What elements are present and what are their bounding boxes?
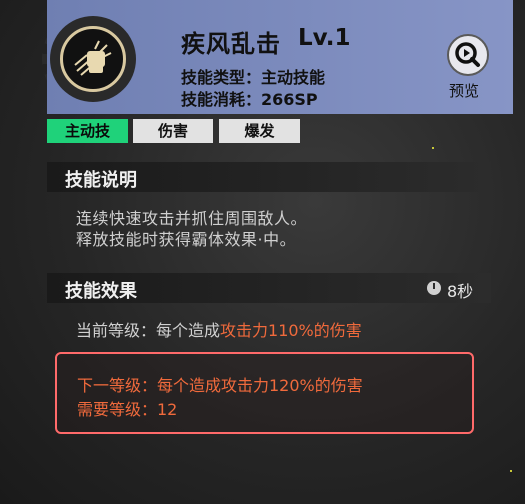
preview-label[interactable]: 预览 (449, 80, 479, 101)
next-level-effect: 下一等级：每个造成攻击力120%的伤害 (77, 376, 363, 395)
tag-damage: 伤害 (133, 119, 213, 143)
effect-header: 技能效果 8秒 (47, 273, 491, 303)
fist-skill-icon[interactable] (60, 26, 126, 92)
current-level-effect: 当前等级：每个造成攻击力110%的伤害 (76, 317, 362, 341)
clock-icon (427, 281, 441, 295)
description-title: 技能说明 (65, 170, 137, 191)
skill-name: 疾风乱击 (181, 30, 281, 58)
skill-level: Lv.1 (298, 25, 351, 51)
background-speck (510, 470, 512, 472)
required-level: 需要等级：12 (77, 400, 178, 419)
skill-type: 技能类型：主动技能 (181, 68, 326, 87)
effect-duration: 8秒 (447, 282, 474, 301)
description-line-2: 释放技能时获得霸体效果·中。 (76, 230, 297, 249)
skill-cost: 技能消耗：266SP (181, 90, 318, 109)
current-level-value: 攻击力110%的伤害 (220, 321, 362, 340)
next-level-box: 下一等级：每个造成攻击力120%的伤害 需要等级：12 (55, 352, 474, 434)
preview-button[interactable] (447, 34, 489, 76)
description-header: 技能说明 (47, 162, 491, 192)
effect-title: 技能效果 (65, 281, 137, 302)
magnifier-icon (455, 42, 480, 67)
current-level-label: 当前等级：每个造成 (76, 321, 221, 340)
background-speck (432, 147, 434, 149)
tag-burst: 爆发 (219, 119, 300, 143)
tag-active-skill: 主动技 (47, 119, 128, 143)
